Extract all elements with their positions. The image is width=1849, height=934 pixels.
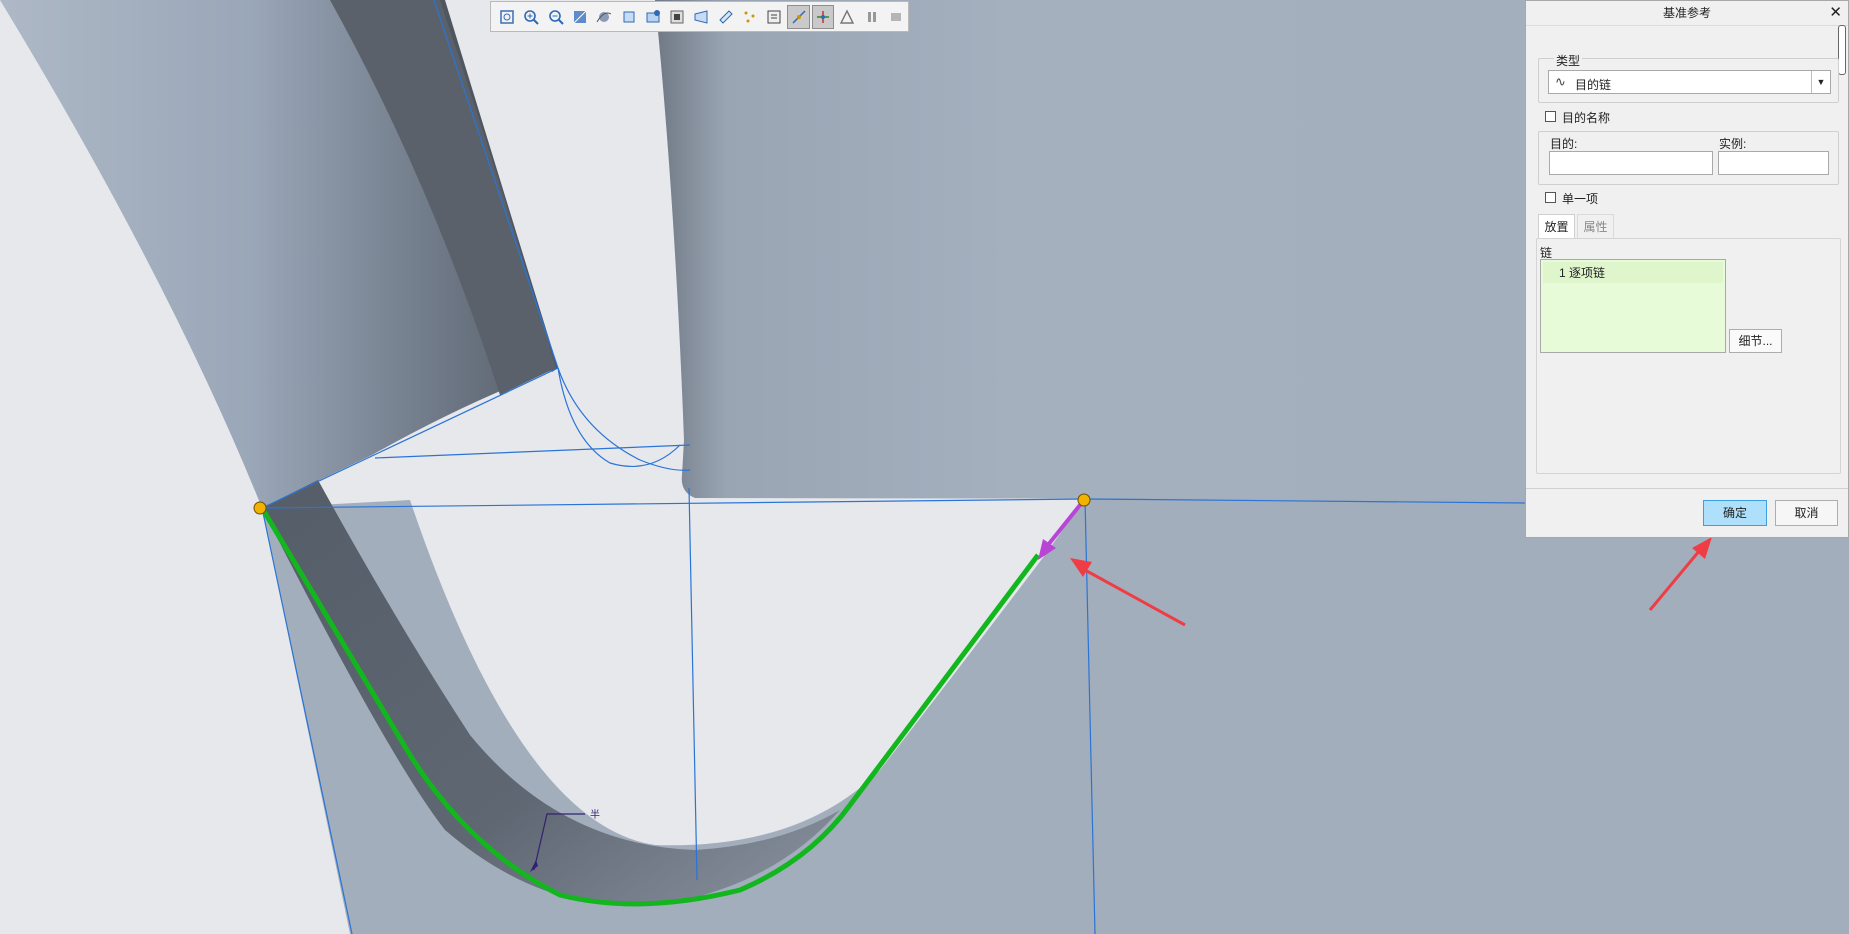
datum-axis-display-icon[interactable] [787, 4, 810, 29]
repaint-icon[interactable] [569, 5, 591, 29]
spin-center-display-icon[interactable] [811, 4, 835, 29]
dialog-title: 基准参考 [1526, 1, 1848, 26]
instance-label: 实例: [1719, 137, 1747, 151]
single-checkbox[interactable] [1545, 192, 1556, 203]
chain-start-point[interactable] [253, 501, 267, 515]
tab-placement[interactable]: 放置 [1538, 214, 1575, 238]
details-button[interactable]: 细节... [1729, 329, 1782, 353]
footer-divider [1526, 488, 1848, 489]
chain-end-point[interactable] [1077, 493, 1091, 507]
instance-field[interactable] [1718, 151, 1829, 175]
csys-display-icon[interactable] [836, 5, 858, 29]
view-manager-icon[interactable] [666, 5, 688, 29]
dimension-label: 半 [590, 808, 600, 821]
zoom-out-icon[interactable] [545, 5, 567, 29]
datum-point-display-icon[interactable] [739, 5, 761, 29]
intent-name-label: 目的名称 [1562, 111, 1611, 125]
type-select[interactable]: ∿ 目的链 ▼ [1548, 70, 1831, 94]
intent-name-checkbox[interactable] [1545, 111, 1556, 122]
perspective-view-icon[interactable] [690, 5, 712, 29]
type-select-value: 目的链 [1575, 78, 1612, 92]
saved-orientations-icon[interactable] [642, 5, 664, 29]
refit-icon[interactable] [496, 5, 518, 29]
list-item[interactable]: 1 逐项链 [1543, 262, 1723, 283]
chevron-down-icon[interactable]: ▼ [1811, 71, 1830, 93]
intent-label: 目的: [1550, 137, 1578, 151]
graphics-toolbar [490, 1, 909, 32]
ok-button[interactable]: 确定 [1703, 500, 1767, 526]
annotation-display-icon[interactable] [763, 5, 785, 29]
datum-plane-display-icon[interactable] [715, 5, 737, 29]
intent-field[interactable] [1549, 151, 1713, 175]
curve-icon: ∿ [1555, 74, 1566, 89]
pause-icon[interactable] [861, 5, 883, 29]
zoom-in-icon[interactable] [520, 5, 542, 29]
tab-properties[interactable]: 属性 [1577, 214, 1614, 238]
display-style-icon[interactable] [617, 5, 639, 29]
datum-reference-dialog: 基准参考 ✕ 类型 ∿ 目的链 ▼ 目的名称 目的: 实例: 单一项 放置 属性… [1525, 0, 1849, 538]
close-icon[interactable]: ✕ [1829, 3, 1842, 21]
cancel-button[interactable]: 取消 [1775, 500, 1838, 526]
stop-icon[interactable] [885, 5, 907, 29]
spin-center-icon[interactable] [593, 5, 615, 29]
chain-list[interactable]: 1 逐项链 [1540, 259, 1726, 353]
single-label: 单一项 [1562, 192, 1599, 206]
scrollbar-thumb[interactable] [1838, 25, 1846, 75]
type-group-label: 类型 [1554, 52, 1583, 69]
